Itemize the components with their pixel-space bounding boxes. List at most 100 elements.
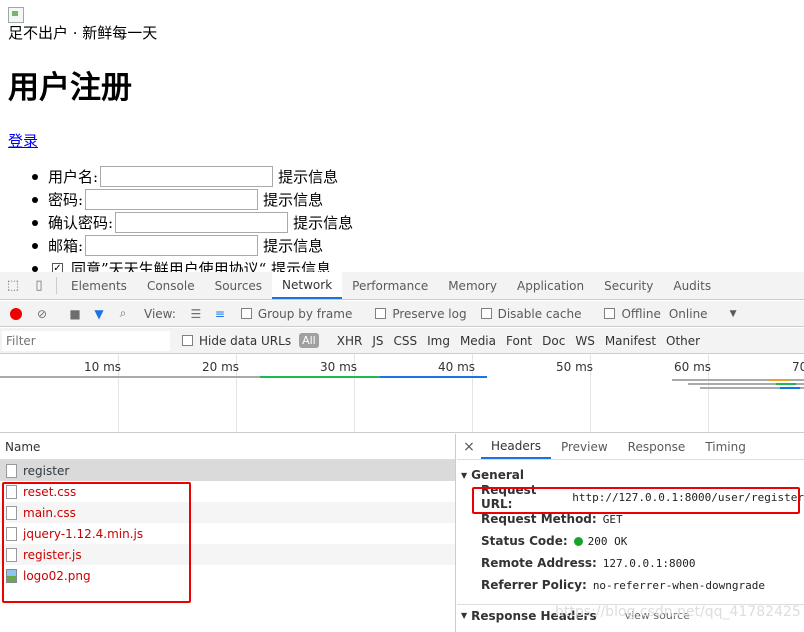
- status-code-value: 200 OK: [587, 534, 628, 548]
- request-details: × Headers Preview Response Timing ▼ Gene…: [457, 434, 804, 632]
- group-by-frame-checkbox[interactable]: Group by frame: [240, 306, 353, 321]
- tab-sources[interactable]: Sources: [205, 272, 272, 299]
- remote-address-row: Remote Address: 127.0.0.1:8000: [457, 552, 804, 574]
- device-toolbar-icon[interactable]: ▯: [26, 272, 52, 299]
- agree-text: 同意”天天生鲜用户使用协议“ 提示信息: [71, 259, 332, 273]
- confirm-password-row: 确认密码: 提示信息: [30, 211, 353, 234]
- filter-doc[interactable]: Doc: [537, 334, 570, 348]
- throttle-select[interactable]: Online: [669, 307, 708, 321]
- divider: [56, 277, 57, 294]
- web-page: 足不出户 · 新鲜每一天 用户注册 登录 用户名: 提示信息 密码: 提示信息 …: [0, 0, 804, 272]
- tab-elements[interactable]: Elements: [61, 272, 137, 299]
- highlight-box: [472, 487, 800, 514]
- devtools-tabbar: ⬚ ▯ Elements Console Sources Network Per…: [0, 272, 804, 300]
- password-hint: 提示信息: [263, 190, 324, 209]
- slogan: 足不出户 · 新鲜每一天: [8, 24, 158, 42]
- register-form: 用户名: 提示信息 密码: 提示信息 确认密码: 提示信息 邮箱: 提示信息 ✓…: [30, 165, 353, 272]
- password-input[interactable]: [85, 189, 259, 210]
- network-toolbar: ⊘ ■ ▼ ⌕ View: ☰ ≡ Group by frame Preserv…: [0, 301, 804, 327]
- disable-cache-label: Disable cache: [497, 306, 582, 321]
- column-name[interactable]: Name: [0, 434, 455, 460]
- waterfall-view-icon[interactable]: ≡: [208, 307, 232, 321]
- referrer-policy-label: Referrer Policy:: [481, 578, 587, 592]
- details-tabs: × Headers Preview Response Timing: [457, 434, 804, 460]
- username-label: 用户名:: [48, 167, 99, 186]
- response-headers-section-header[interactable]: ▼ Response Headers view source: [457, 604, 804, 626]
- network-overview[interactable]: 10 ms 20 ms 30 ms 40 ms 50 ms 60 ms 70: [0, 354, 804, 433]
- request-row-register[interactable]: register: [0, 460, 455, 481]
- tab-timing[interactable]: Timing: [695, 434, 756, 459]
- tab-console[interactable]: Console: [137, 272, 205, 299]
- remote-address-label: Remote Address:: [481, 556, 597, 570]
- general-title: General: [471, 468, 524, 482]
- offline-label: Offline: [621, 306, 661, 321]
- tab-response[interactable]: Response: [618, 434, 696, 459]
- filter-xhr[interactable]: XHR: [332, 334, 368, 348]
- username-input[interactable]: [100, 166, 274, 187]
- password-row: 密码: 提示信息: [30, 188, 353, 211]
- tab-network[interactable]: Network: [272, 272, 343, 299]
- preserve-log-label: Preserve log: [392, 306, 467, 321]
- page-title: 用户注册: [8, 70, 132, 106]
- email-label: 邮箱:: [48, 236, 84, 255]
- tab-headers[interactable]: Headers: [481, 434, 551, 459]
- tab-security[interactable]: Security: [594, 272, 663, 299]
- filter-font[interactable]: Font: [501, 334, 537, 348]
- email-row: 邮箱: 提示信息: [30, 234, 353, 257]
- confirm-password-input[interactable]: [115, 212, 289, 233]
- clear-icon[interactable]: ⊘: [30, 307, 54, 321]
- triangle-down-icon: ▼: [461, 611, 468, 620]
- tab-audits[interactable]: Audits: [663, 272, 721, 299]
- password-label: 密码:: [48, 190, 84, 209]
- request-name: register: [23, 463, 70, 478]
- filter-all-button[interactable]: All: [299, 333, 319, 348]
- filter-js[interactable]: JS: [367, 334, 388, 348]
- username-hint: 提示信息: [278, 167, 339, 186]
- tab-performance[interactable]: Performance: [342, 272, 438, 299]
- offline-checkbox[interactable]: Offline: [604, 306, 661, 321]
- inspect-element-icon[interactable]: ⬚: [0, 272, 26, 299]
- hide-data-urls-checkbox[interactable]: Hide data URLs: [182, 334, 291, 348]
- agree-row: ✓ 同意”天天生鲜用户使用协议“ 提示信息: [30, 257, 353, 272]
- screenshot-icon[interactable]: ■: [63, 307, 87, 321]
- preserve-log-checkbox[interactable]: Preserve log: [375, 306, 467, 321]
- filter-img[interactable]: Img: [422, 334, 455, 348]
- confirm-password-label: 确认密码:: [48, 213, 114, 232]
- remote-address-value: 127.0.0.1:8000: [602, 556, 696, 570]
- status-ok-icon: [573, 536, 583, 546]
- chevron-down-icon[interactable]: ▼: [730, 309, 737, 319]
- filter-manifest[interactable]: Manifest: [600, 334, 661, 348]
- status-code-label: Status Code:: [481, 534, 568, 548]
- logo-image-broken: [8, 7, 24, 23]
- view-source-link[interactable]: view source: [625, 609, 690, 622]
- email-input[interactable]: [85, 235, 259, 256]
- username-row: 用户名: 提示信息: [30, 165, 353, 188]
- referrer-policy-row: Referrer Policy: no-referrer-when-downgr…: [457, 574, 804, 596]
- close-icon[interactable]: ×: [457, 434, 481, 459]
- filter-css[interactable]: CSS: [388, 334, 422, 348]
- filter-media[interactable]: Media: [455, 334, 501, 348]
- filter-icon[interactable]: ▼: [87, 307, 111, 321]
- filter-other[interactable]: Other: [661, 334, 705, 348]
- response-headers-title: Response Headers: [471, 608, 597, 623]
- agree-checkbox[interactable]: ✓: [52, 263, 63, 272]
- login-link[interactable]: 登录: [8, 130, 38, 151]
- filter-input[interactable]: [2, 330, 170, 351]
- disable-cache-checkbox[interactable]: Disable cache: [480, 306, 582, 321]
- tab-preview[interactable]: Preview: [551, 434, 618, 459]
- document-icon: [6, 463, 17, 478]
- request-method-label: Request Method:: [481, 512, 597, 526]
- triangle-down-icon: ▼: [461, 470, 468, 480]
- request-method-value: GET: [602, 512, 623, 526]
- filter-bar: Hide data URLs All XHR JS CSS Img Media …: [0, 328, 804, 354]
- record-icon[interactable]: [10, 307, 22, 320]
- tab-memory[interactable]: Memory: [438, 272, 507, 299]
- search-icon[interactable]: ⌕: [111, 306, 135, 321]
- list-view-icon[interactable]: ☰: [184, 307, 208, 321]
- referrer-policy-value: no-referrer-when-downgrade: [592, 578, 765, 592]
- confirm-password-hint: 提示信息: [293, 213, 354, 232]
- group-by-frame-label: Group by frame: [257, 306, 353, 321]
- filter-ws[interactable]: WS: [570, 334, 599, 348]
- tab-application[interactable]: Application: [507, 272, 594, 299]
- hide-data-urls-label: Hide data URLs: [199, 333, 292, 348]
